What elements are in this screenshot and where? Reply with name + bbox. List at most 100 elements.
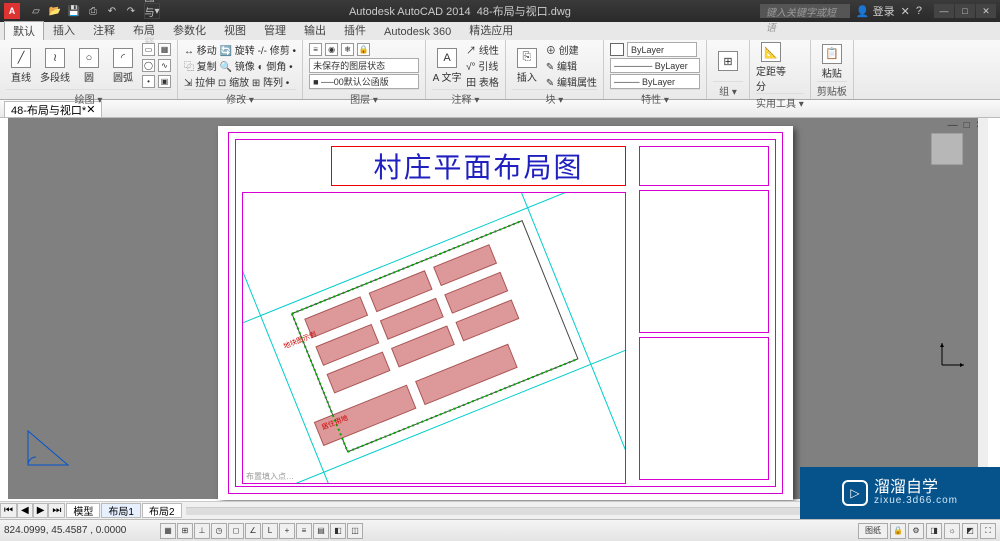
current-layer-dropdown[interactable]: ■ ──00默认公函版 [309,74,419,89]
region-icon[interactable]: ▣ [158,75,171,88]
circle-button[interactable]: ○圆 [74,42,104,89]
ann-scale-icon[interactable]: 🔒 [890,523,906,539]
panel-draw-title[interactable]: 绘图 ▾ [6,89,171,107]
tpy-button[interactable]: ▤ [313,523,329,539]
panel-annot-title[interactable]: 注释 ▾ [432,89,499,107]
drawing-canvas[interactable]: — □ ✕ 村庄平面布局图 [8,118,988,499]
tab-featured[interactable]: 精选应用 [460,20,522,40]
table-button[interactable]: 田 表格 [466,74,499,89]
grid-button[interactable]: ⊞ [177,523,193,539]
help-search-input[interactable]: 键入关键字或短语 [760,4,850,18]
measure-button[interactable]: 📐定距等分 [756,42,786,93]
color-swatch[interactable] [610,43,624,56]
restore-button[interactable]: □ [955,4,975,18]
layer-freeze-icon[interactable]: ❄ [341,43,354,56]
rect-icon[interactable]: ▭ [142,43,155,56]
qat-new-icon[interactable]: ▱ [28,3,44,19]
ws-switch-icon[interactable]: ◨ [926,523,942,539]
text-button[interactable]: AA 文字 [432,42,462,89]
tab-parametric[interactable]: 参数化 [164,20,215,40]
insert-block-button[interactable]: ⎘插入 [512,42,542,89]
hatch-icon[interactable]: ▦ [158,43,171,56]
polar-button[interactable]: ◷ [211,523,227,539]
ucs-icon[interactable] [938,339,968,369]
tab-a360[interactable]: Autodesk 360 [375,24,460,40]
qat-undo-icon[interactable]: ↶ [104,3,120,19]
dyn-button[interactable]: + [279,523,295,539]
linear-dim-button[interactable]: ↗ 线性 [466,42,499,57]
panel-layers-title[interactable]: 图层 ▾ [309,89,419,107]
tab-model[interactable]: 模型 [66,503,100,518]
layer-lock-icon[interactable]: 🔒 [357,43,370,56]
nav-bar[interactable] [978,118,988,479]
lwt-button[interactable]: ≡ [296,523,312,539]
linetype-dropdown[interactable]: ──── ByLayer [610,74,700,89]
workspace-dropdown[interactable]: 草图与注释 ▾ [144,3,160,19]
viewcube-icon[interactable] [924,126,970,172]
edit-block-button[interactable]: ✎ 编辑 [546,58,597,73]
side-box-3[interactable] [639,337,769,480]
signin-button[interactable]: 👤 登录 [856,3,895,19]
tab-annotate[interactable]: 注释 [84,20,124,40]
color-dropdown[interactable]: ByLayer [627,42,697,57]
polyline-button[interactable]: ≀多段线 [40,42,70,89]
panel-modify-title[interactable]: 修改 ▾ [184,89,296,107]
help-icon[interactable]: ? [916,5,922,17]
paper-button[interactable]: 图纸 [858,523,888,539]
line-button[interactable]: ╱直线 [6,42,36,89]
ducs-button[interactable]: L [262,523,278,539]
side-box-2[interactable] [639,190,769,333]
snap-button[interactable]: ▦ [160,523,176,539]
minimize-button[interactable]: — [934,4,954,18]
panel-clip-title[interactable]: 剪贴板 [817,81,847,99]
qat-save-icon[interactable]: 💾 [66,3,82,19]
layout-triangle-icon[interactable] [26,427,70,467]
tab-layout[interactable]: 布局 [124,20,164,40]
ann-vis-icon[interactable]: ⚙ [908,523,924,539]
panel-group-title[interactable]: 组 ▾ [713,81,743,99]
tab-prev-icon[interactable]: ◀ [17,503,33,518]
tab-last-icon[interactable]: ⏭ [48,503,65,518]
arc-button[interactable]: ◜圆弧 [108,42,138,89]
lineweight-dropdown[interactable]: ────── ByLayer [610,58,700,73]
panel-block-title[interactable]: 块 ▾ [512,89,597,107]
tab-layout2[interactable]: 布局2 [142,503,182,518]
tab-first-icon[interactable]: ⏮ [0,503,17,518]
create-block-button[interactable]: ⊕ 创建 [546,42,597,57]
tab-layout1[interactable]: 布局1 [101,503,141,518]
ellipse-icon[interactable]: ◯ [142,59,155,72]
layer-state-dropdown[interactable]: 未保存的图层状态 [309,58,419,73]
qp-button[interactable]: ◧ [330,523,346,539]
tab-insert[interactable]: 插入 [44,20,84,40]
spline-icon[interactable]: ∿ [158,59,171,72]
panel-props-title[interactable]: 特性 ▾ [610,89,700,107]
clean-screen-icon[interactable]: ⛶ [980,523,996,539]
main-viewport[interactable]: 地块图示例 居住用地 [242,192,626,484]
app-logo-icon[interactable]: A [4,3,20,19]
close-button[interactable]: ✕ [976,4,996,18]
tab-default[interactable]: 默认 [4,21,44,40]
modify-row2[interactable]: ⿻ 复制 🔍 镜像 ◐ 倒角 • [184,58,296,73]
layer-off-icon[interactable]: ◉ [325,43,338,56]
side-box-1[interactable] [639,146,769,186]
layer-prop-icon[interactable]: ≡ [309,43,322,56]
group-button[interactable]: ⊞ [713,42,743,81]
sc-button[interactable]: ◫ [347,523,363,539]
point-icon[interactable]: • [142,75,155,88]
leader-button[interactable]: √° 引线 [466,58,499,73]
qat-redo-icon[interactable]: ↷ [123,3,139,19]
isolate-icon[interactable]: ◩ [962,523,978,539]
tab-manage[interactable]: 管理 [255,20,295,40]
hw-accel-icon[interactable]: ☼ [944,523,960,539]
qat-saveas-icon[interactable]: ⎙ [85,3,101,19]
modify-row3[interactable]: ⇲ 拉伸 ⊡ 缩放 ⊞ 阵列 • [184,74,296,89]
osnap-button[interactable]: ◻ [228,523,244,539]
tab-next-icon[interactable]: ▶ [33,503,49,518]
tab-view[interactable]: 视图 [215,20,255,40]
exchange-icon[interactable]: ✕ [901,5,910,18]
panel-util-title[interactable]: 实用工具 ▾ [756,93,804,111]
otrack-button[interactable]: ∠ [245,523,261,539]
tab-output[interactable]: 输出 [295,20,335,40]
tab-plugins[interactable]: 插件 [335,20,375,40]
ortho-button[interactable]: ⊥ [194,523,210,539]
